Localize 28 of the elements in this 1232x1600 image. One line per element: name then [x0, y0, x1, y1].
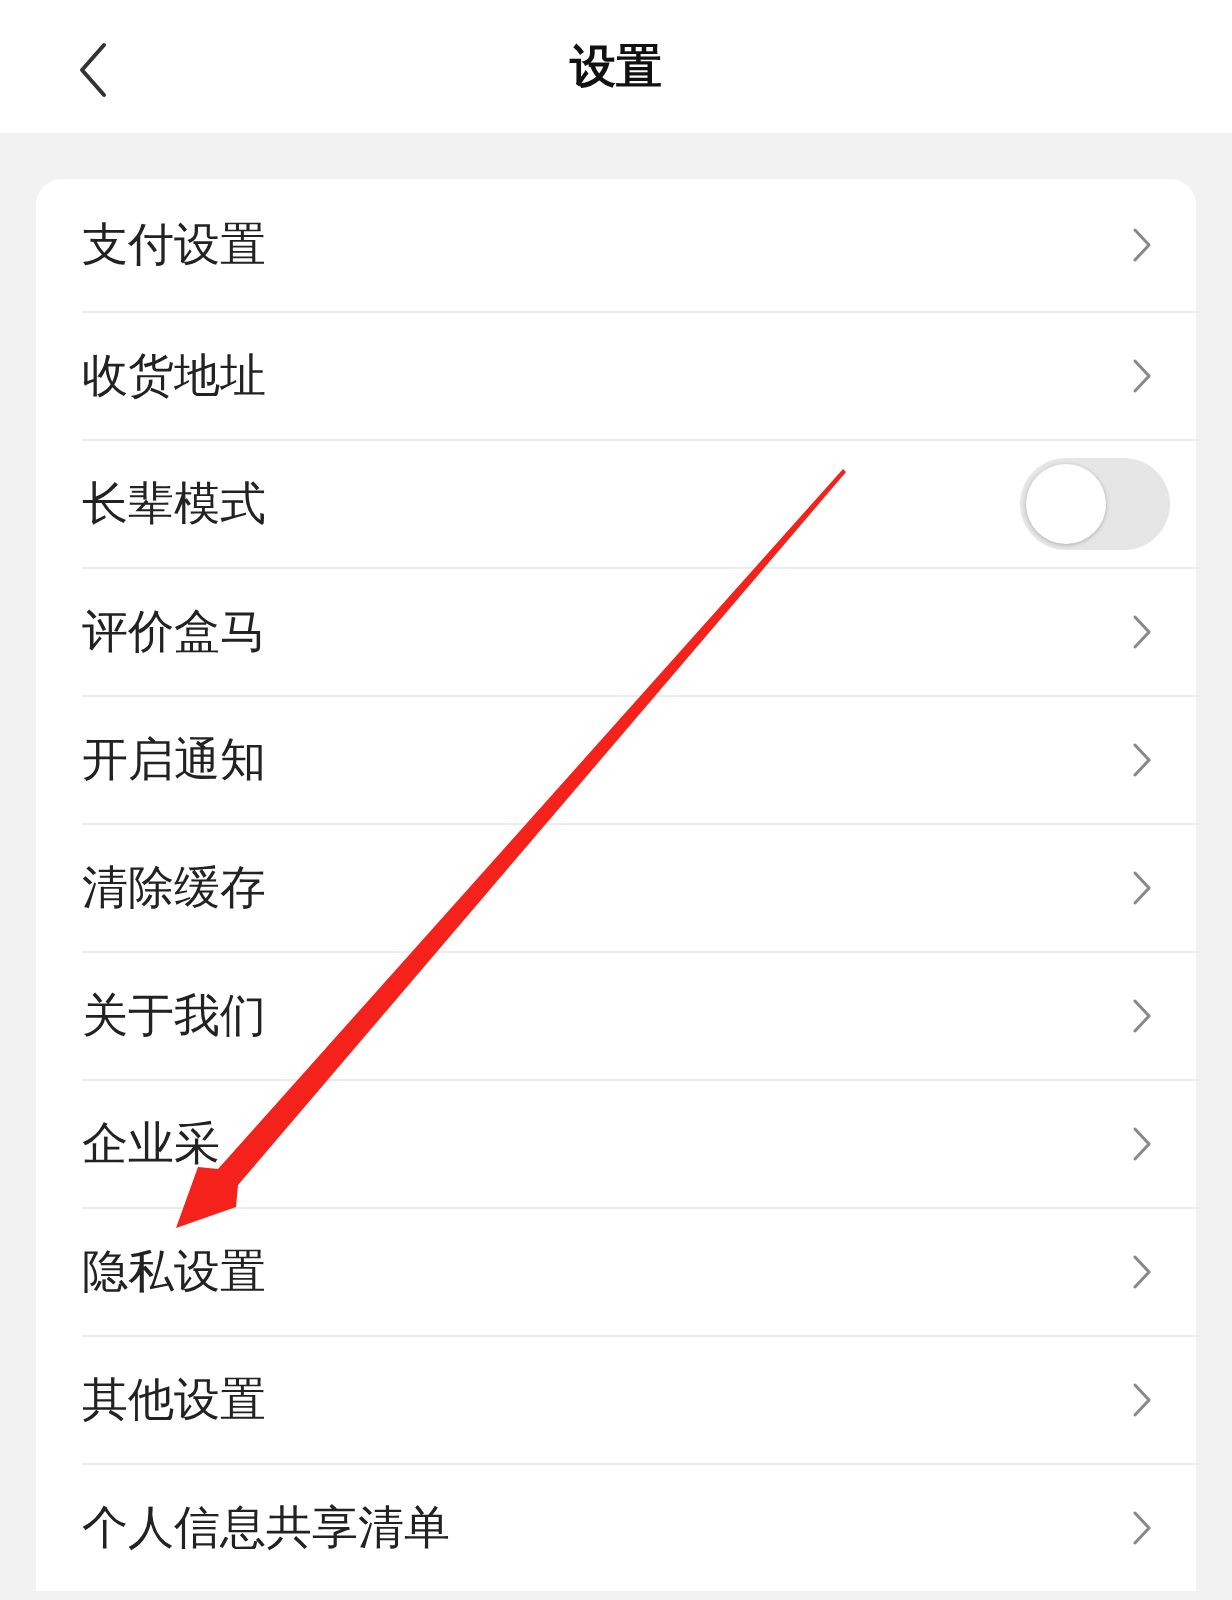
chevron-icon — [1132, 998, 1152, 1034]
item-label: 开启通知 — [82, 731, 266, 788]
item-label: 收货地址 — [82, 347, 266, 404]
settings-item[interactable]: 个人信息共享清单 — [82, 1463, 1196, 1591]
item-label: 清除缓存 — [82, 859, 266, 916]
chevron-icon — [1132, 1510, 1152, 1546]
item-label: 评价盒马 — [82, 603, 266, 660]
settings-item[interactable]: 长辈模式 — [82, 439, 1196, 567]
item-label: 个人信息共享清单 — [82, 1499, 450, 1556]
settings-item[interactable]: 支付设置 — [82, 179, 1196, 311]
chevron-icon — [1132, 1382, 1152, 1418]
settings-item[interactable]: 收货地址 — [82, 311, 1196, 439]
chevron-icon — [1132, 1126, 1152, 1162]
item-label: 其他设置 — [82, 1371, 266, 1428]
chevron-icon — [1132, 358, 1152, 394]
chevron-icon — [1132, 1254, 1152, 1290]
chevron-icon — [1132, 742, 1152, 778]
item-label: 企业采 — [82, 1115, 220, 1172]
item-label: 长辈模式 — [82, 475, 266, 532]
back-icon[interactable] — [78, 42, 108, 98]
chevron-icon — [1132, 227, 1152, 263]
item-label: 关于我们 — [82, 987, 266, 1044]
page-title: 设置 — [570, 37, 662, 95]
chevron-icon — [1132, 614, 1152, 650]
item-label: 支付设置 — [82, 216, 266, 273]
chevron-icon — [1132, 870, 1152, 906]
item-label: 隐私设置 — [82, 1243, 266, 1300]
settings-item[interactable]: 其他设置 — [82, 1335, 1196, 1463]
